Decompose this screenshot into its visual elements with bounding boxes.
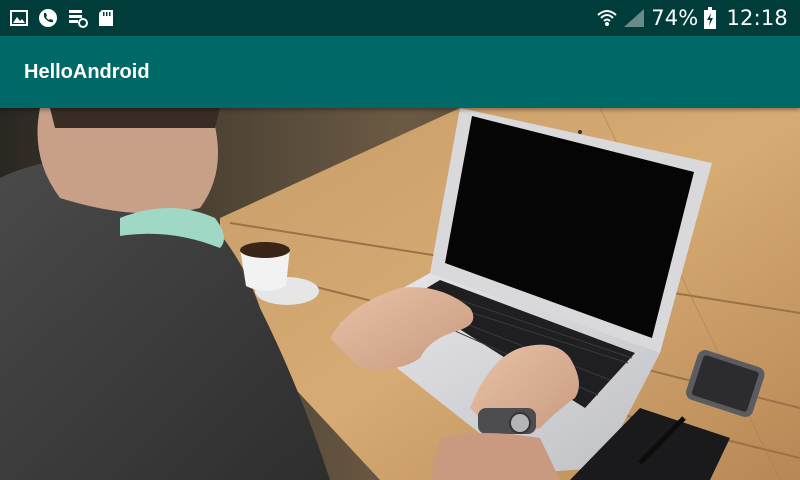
status-bar: 74% 12:18 — [0, 0, 800, 36]
sd-card-icon — [98, 9, 114, 27]
battery-charging-icon — [704, 7, 717, 29]
status-bar-system: 74% 12:18 — [591, 6, 788, 30]
status-bar-notifications — [10, 8, 124, 28]
app-bar: HelloAndroid — [0, 36, 800, 108]
app-title: HelloAndroid — [24, 60, 150, 83]
image-icon — [10, 10, 28, 26]
phone-icon — [38, 8, 58, 28]
clock: 12:18 — [726, 6, 788, 30]
sync-icon — [68, 8, 88, 28]
device-screen: 74% 12:18 HelloAndroid — [0, 0, 800, 480]
battery-percentage: 74% — [651, 6, 699, 30]
wifi-icon — [597, 9, 617, 27]
hero-photo — [0, 108, 800, 480]
signal-icon — [623, 8, 645, 28]
